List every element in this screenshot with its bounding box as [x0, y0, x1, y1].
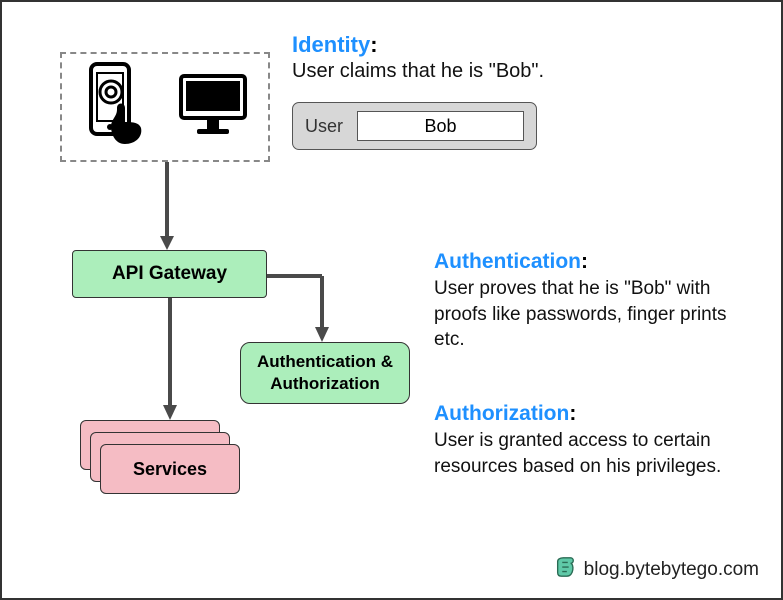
identity-colon: : — [370, 32, 377, 57]
auth-authz-label: Authentication & Authorization — [257, 351, 393, 395]
authentication-description: User proves that he is "Bob" with proofs… — [434, 276, 754, 353]
authorization-section: Authorization: User is granted access to… — [434, 402, 754, 479]
bytebytego-logo-icon — [554, 556, 576, 584]
mobile-touch-icon — [81, 62, 159, 152]
authentication-colon: : — [581, 250, 588, 273]
diagram-canvas: Identity: User claims that he is "Bob". … — [2, 2, 781, 598]
identity-title: Identity — [292, 32, 370, 57]
user-chip-value: Bob — [357, 111, 524, 141]
authentication-title: Authentication — [434, 250, 581, 273]
authorization-colon: : — [569, 402, 576, 425]
user-identity-chip: User Bob — [292, 102, 537, 150]
arrow-gateway-to-services — [160, 298, 180, 422]
auth-authz-node: Authentication & Authorization — [240, 342, 410, 404]
attribution-text: blog.bytebytego.com — [584, 559, 759, 581]
identity-section: Identity: User claims that he is "Bob". — [292, 32, 612, 83]
authorization-description: User is granted access to certain resour… — [434, 428, 754, 479]
attribution-footer: blog.bytebytego.com — [554, 556, 759, 584]
api-gateway-node: API Gateway — [72, 250, 267, 298]
authentication-section: Authentication: User proves that he is "… — [434, 250, 754, 353]
desktop-monitor-icon — [177, 72, 249, 143]
authorization-title: Authorization — [434, 402, 569, 425]
arrow-gateway-to-auth — [267, 272, 347, 344]
identity-description: User claims that he is "Bob". — [292, 60, 612, 83]
services-node: Services — [80, 420, 235, 495]
service-card-front: Services — [100, 444, 240, 494]
client-devices-box — [60, 52, 270, 162]
arrow-devices-to-gateway — [157, 162, 177, 252]
user-chip-label: User — [305, 116, 343, 137]
